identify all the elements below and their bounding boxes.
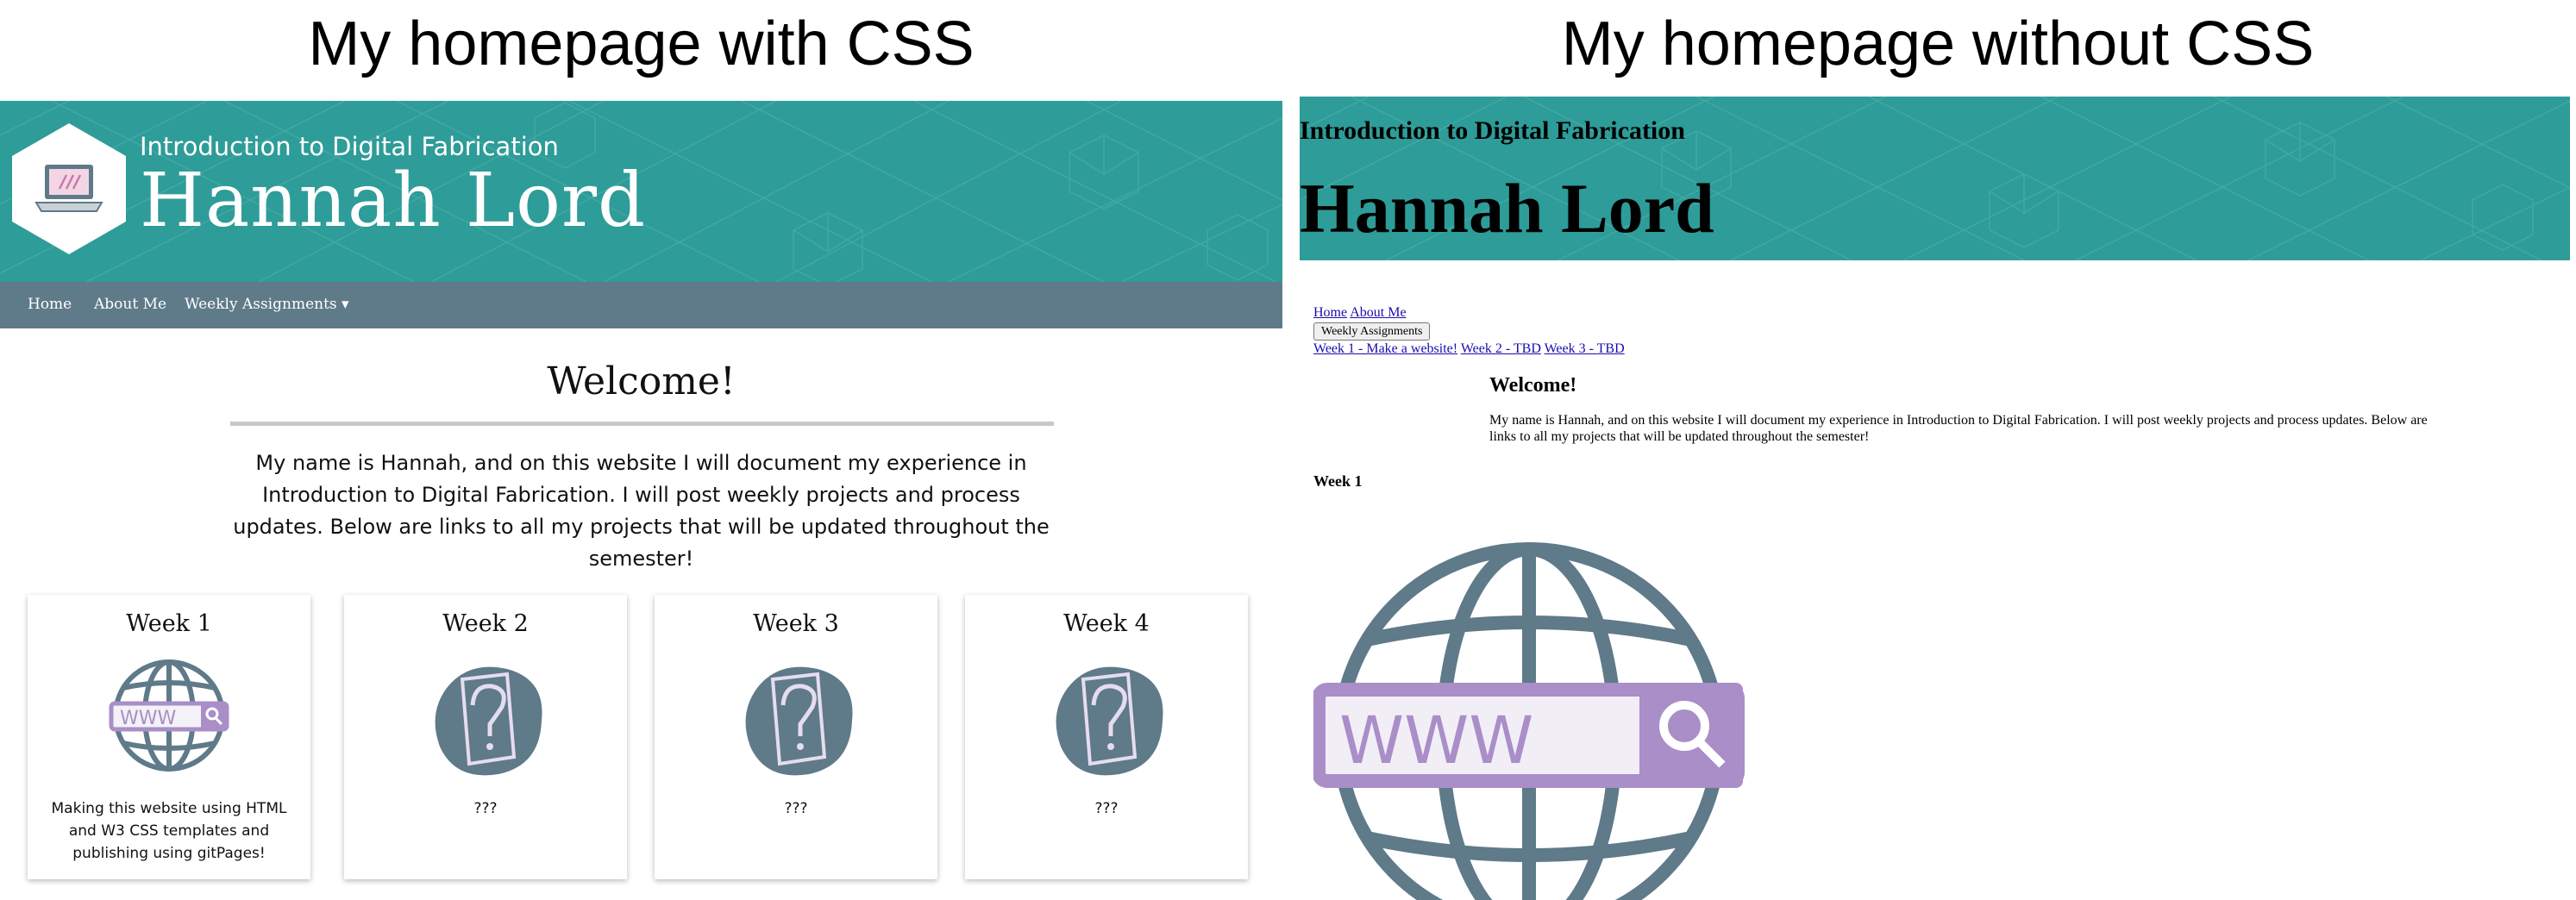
week3-link[interactable]: Week 3 - TBD xyxy=(1545,341,1625,356)
card-title: Week 3 xyxy=(753,610,839,637)
header-banner: Introduction to Digital Fabrication Hann… xyxy=(0,101,1282,282)
card-description: Making this website using HTML and W3 CS… xyxy=(51,800,287,862)
site-name: Hannah Lord xyxy=(140,158,647,244)
site-subtitle-unstyled: Introduction to Digital Fabrication xyxy=(1300,116,1685,145)
card-description: ??? xyxy=(784,800,808,817)
divider-rule xyxy=(230,422,1054,426)
welcome-heading-unstyled: Welcome! xyxy=(1489,374,1577,397)
www-globe-icon: WWW xyxy=(109,659,229,772)
week1-heading-unstyled: Week 1 xyxy=(1313,472,1363,490)
panel-divider xyxy=(1282,101,1300,900)
home-link[interactable]: Home xyxy=(1313,305,1347,320)
laptop-logo-icon xyxy=(12,123,126,254)
week-card-4[interactable]: Week 4 ??? xyxy=(965,595,1248,879)
card-description: ??? xyxy=(473,800,498,817)
weekly-assignments-button[interactable]: Weekly Assignments xyxy=(1313,322,1431,341)
unstyled-homepage: Introduction to Digital Fabrication Hann… xyxy=(1300,97,2576,900)
plain-nav-links: Home About Me xyxy=(1313,305,1407,321)
svg-text:WWW: WWW xyxy=(1339,702,1533,778)
week-card-1[interactable]: Week 1 WWW Making this website using HTM… xyxy=(28,595,310,879)
card-title: Week 4 xyxy=(1063,610,1150,637)
welcome-heading: Welcome! xyxy=(547,359,736,403)
nav-weekly-dropdown[interactable]: Weekly Assignments ▾ xyxy=(185,296,349,313)
nav-home-link[interactable]: Home xyxy=(28,296,72,313)
card-title: Week 1 xyxy=(126,610,212,637)
card-description: ??? xyxy=(1094,800,1119,817)
question-paper-icon xyxy=(745,666,853,776)
site-subtitle: Introduction to Digital Fabrication xyxy=(140,132,559,161)
week2-link[interactable]: Week 2 - TBD xyxy=(1461,341,1541,356)
svg-text:WWW: WWW xyxy=(120,708,177,729)
about-link[interactable]: About Me xyxy=(1350,305,1406,320)
week-card-2[interactable]: Week 2 ??? xyxy=(344,595,627,879)
panel-title-without-css: My homepage without CSS xyxy=(1561,9,2315,78)
intro-text-unstyled: My name is Hannah, and on this website I… xyxy=(1489,413,2428,444)
header-banner-unstyled: Introduction to Digital Fabrication Hann… xyxy=(1300,97,2570,260)
intro-text: My name is Hannah, and on this website I… xyxy=(233,451,1050,571)
nav-bar: Home About Me Weekly Assignments ▾ xyxy=(0,282,1282,328)
question-paper-icon xyxy=(435,666,542,776)
question-paper-icon xyxy=(1056,666,1163,776)
site-name-unstyled: Hannah Lord xyxy=(1300,169,1714,247)
card-title: Week 2 xyxy=(442,610,529,637)
nav-about-link[interactable]: About Me xyxy=(94,296,166,313)
plain-week-links: Week 1 - Make a website! Week 2 - TBD We… xyxy=(1313,341,1625,357)
week-card-3[interactable]: Week 3 ??? xyxy=(655,595,937,879)
www-globe-icon: WWW xyxy=(1313,542,1745,900)
panel-title-with-css: My homepage with CSS xyxy=(308,9,975,78)
styled-homepage: Introduction to Digital Fabrication Hann… xyxy=(0,101,1282,900)
week1-link[interactable]: Week 1 - Make a website! xyxy=(1313,341,1457,356)
